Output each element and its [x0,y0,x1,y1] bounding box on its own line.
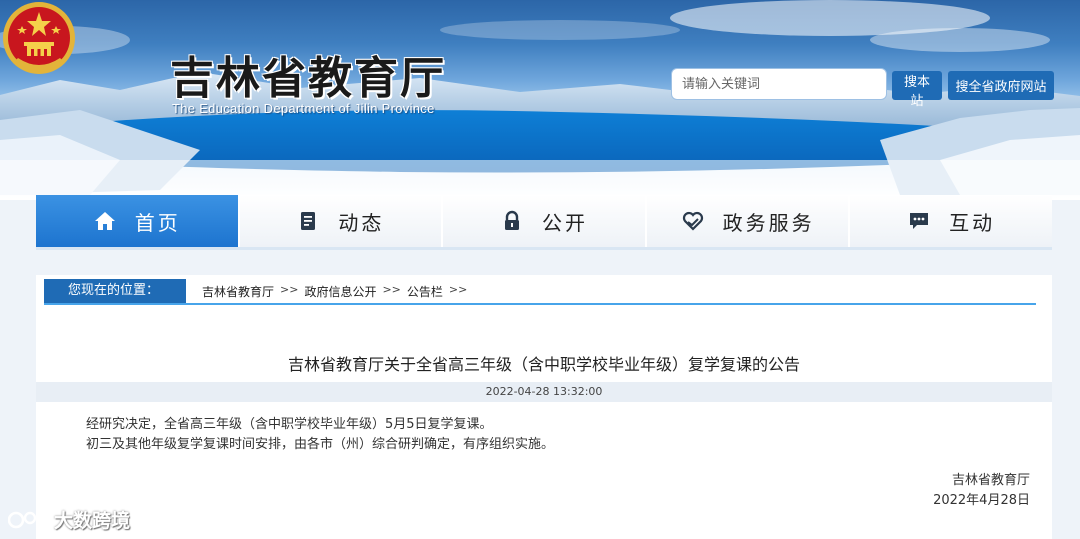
nav-item-home[interactable]: 首页 [36,195,240,247]
breadcrumb-separator: >> [382,283,401,296]
nav-item-label: 首页 [134,210,181,235]
article-date: 2022-04-28 13:32:00 [36,382,1052,402]
national-emblem-icon [3,2,75,74]
nav-item-interaction[interactable]: 互动 [850,195,1052,247]
article-paragraph: 初三及其他年级复学复课时间安排，由各市（州）综合研判确定，有序组织实施。 [86,437,555,452]
article-signature: 吉林省教育厅 2022年4月28日 [933,471,1030,511]
breadcrumb-item-gov-info[interactable]: 政府信息公开 [304,283,376,300]
breadcrumb: 您现在的位置： 吉林省教育厅 >> 政府信息公开 >> 公告栏 >> [44,279,1036,305]
nav-item-label: 互动 [949,210,996,235]
home-icon [94,212,115,230]
breadcrumb-item-notices[interactable]: 公告栏 [407,283,443,300]
nav-item-label: 公开 [541,210,588,235]
signature-org: 吉林省教育厅 [951,473,1030,488]
content-panel: 您现在的位置： 吉林省教育厅 >> 政府信息公开 >> 公告栏 >> 吉林省教育… [36,275,1052,539]
breadcrumb-links: 吉林省教育厅 >> 政府信息公开 >> 公告栏 >> [202,283,467,300]
search-input[interactable] [671,68,887,100]
nav-item-label: 政务服务 [722,210,815,235]
article-body: 经研究决定，全省高三年级（含中职学校毕业年级）5月5日复学复课。 初三及其他年级… [86,415,554,455]
main-nav: 首页 动态 公开 政务服务 互动 [36,195,1052,250]
heart-hands-icon [682,211,703,231]
nav-item-label: 动态 [338,210,385,235]
search-site-button[interactable]: 搜本站 [892,71,942,109]
document-icon [301,212,316,230]
breadcrumb-item-home[interactable]: 吉林省教育厅 [202,283,274,300]
nav-item-services[interactable]: 政务服务 [646,195,851,247]
nav-item-news[interactable]: 动态 [239,195,444,247]
watermark-text: 大数跨境 [54,510,131,532]
site-subtitle: The Education Department of Jilin Provin… [172,101,435,116]
search-province-gov-button[interactable]: 搜全省政府网站 [948,71,1054,100]
article-title: 吉林省教育厅关于全省高三年级（含中职学校毕业年级）复学复课的公告 [287,355,800,374]
signature-date: 2022年4月28日 [933,493,1030,508]
location-label: 您现在的位置： [44,279,186,303]
site-title: 吉林省教育厅 [170,53,446,104]
chat-icon [910,213,929,229]
breadcrumb-separator: >> [280,283,299,296]
nav-item-public[interactable]: 公开 [443,195,647,247]
breadcrumb-separator: >> [448,283,468,296]
article-paragraph: 经研究决定，全省高三年级（含中职学校毕业年级）5月5日复学复课。 [86,417,493,432]
watermark-logo-icon [8,511,48,528]
lock-icon [504,210,519,230]
watermark: 大数跨境 [8,506,130,533]
